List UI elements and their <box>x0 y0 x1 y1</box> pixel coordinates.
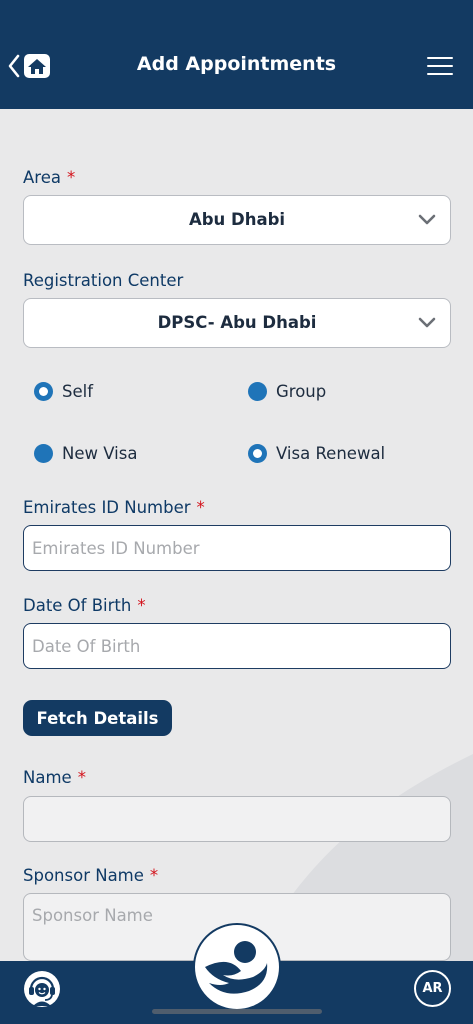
required-marker: * <box>77 768 86 787</box>
required-marker: * <box>196 498 205 517</box>
fetch-details-button[interactable]: Fetch Details <box>23 700 172 736</box>
radio-self[interactable]: Self <box>34 382 93 401</box>
radio-label: Self <box>62 382 94 401</box>
dob-input[interactable] <box>23 623 451 669</box>
emirates-id-label: Emirates ID Number * <box>23 498 205 517</box>
radio-new-visa[interactable]: New Visa <box>34 444 137 463</box>
registration-center-value: DPSC- Abu Dhabi <box>157 313 317 332</box>
name-label-text: Name <box>23 768 72 787</box>
sponsor-name-label: Sponsor Name * <box>23 866 158 885</box>
radio-indicator-selected <box>248 444 267 463</box>
menu-button[interactable] <box>427 57 453 77</box>
radio-visa-renewal[interactable]: Visa Renewal <box>248 444 385 463</box>
radio-label: New Visa <box>62 444 138 463</box>
chevron-down-icon <box>418 214 436 225</box>
app-header: Add Appointments <box>0 0 473 109</box>
menu-icon <box>427 57 453 76</box>
required-marker: * <box>149 866 159 885</box>
name-input[interactable] <box>23 796 451 842</box>
radio-indicator <box>34 444 53 463</box>
support-agent-icon <box>24 971 60 1007</box>
registration-center-select[interactable]: DPSC- Abu Dhabi <box>23 298 451 348</box>
emirates-id-label-text: Emirates ID Number <box>23 498 191 517</box>
area-label: Area * <box>23 168 75 187</box>
name-label: Name * <box>23 768 86 787</box>
dob-label: Date Of Birth * <box>23 596 146 615</box>
language-toggle-button[interactable]: AR <box>414 970 451 1007</box>
radio-indicator-selected <box>34 382 53 401</box>
area-label-text: Area <box>23 168 61 187</box>
radio-label: Group <box>276 382 327 401</box>
radio-indicator <box>248 382 267 401</box>
page-title: Add Appointments <box>136 53 337 75</box>
sponsor-name-label-text: Sponsor Name <box>23 866 144 885</box>
emirates-id-input[interactable] <box>23 525 451 571</box>
area-select[interactable]: Abu Dhabi <box>23 195 451 245</box>
support-button[interactable] <box>22 969 62 1009</box>
registration-center-label-text: Registration Center <box>23 271 184 290</box>
area-select-value: Abu Dhabi <box>188 210 286 229</box>
app-logo-button[interactable] <box>193 923 281 1011</box>
dob-label-text: Date Of Birth <box>23 596 132 615</box>
app-logo-icon <box>205 941 268 994</box>
registration-center-label: Registration Center <box>23 271 183 290</box>
required-marker: * <box>137 596 146 615</box>
required-marker: * <box>66 168 76 187</box>
radio-group[interactable]: Group <box>248 382 326 401</box>
chevron-down-icon <box>418 317 436 328</box>
home-indicator <box>152 1009 322 1014</box>
radio-label: Visa Renewal <box>276 444 386 463</box>
